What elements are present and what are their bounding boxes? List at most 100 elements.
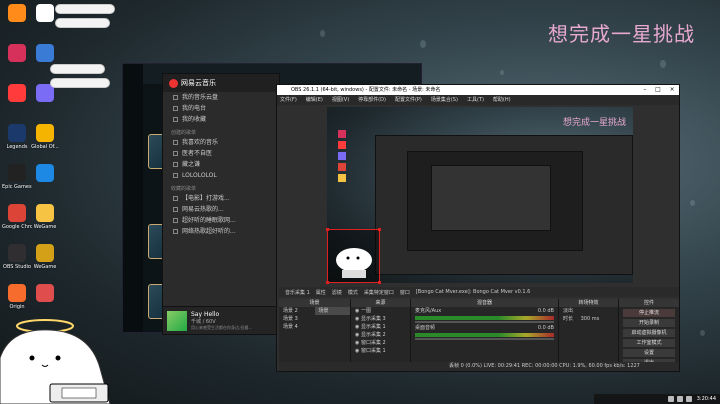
fav-playlist-item-label: 网易云热歌的...: [182, 206, 224, 213]
control-button[interactable]: 停止推流: [623, 309, 675, 317]
desktop-icon[interactable]: [2, 44, 32, 64]
volume-slider[interactable]: [415, 338, 554, 340]
source-toolbar-item[interactable]: 音乐采集 1: [285, 289, 310, 296]
desktop-icon[interactable]: [30, 284, 60, 304]
control-button[interactable]: 开始录制: [623, 319, 675, 327]
duration-value: 300 ms: [580, 316, 600, 322]
selected-source-bounds[interactable]: [326, 228, 381, 284]
netease-item[interactable]: 我的收藏: [163, 114, 279, 125]
playlist-item[interactable]: LOLOLOLOL: [163, 170, 279, 181]
app-icon: [8, 284, 26, 302]
desktop-icon[interactable]: [2, 4, 32, 24]
desktop-icon[interactable]: WeGame: [30, 244, 60, 270]
fav-playlist-item-label: 【电影】打游戏...: [182, 195, 230, 202]
source-toolbar-item[interactable]: 属性: [316, 289, 326, 296]
source-item[interactable]: ◉ 窗口采集 1: [351, 347, 410, 355]
chat-bubble: [50, 64, 105, 74]
obs-window[interactable]: OBS 26.1.1 (64-bit, windows) - 配置文件: 未命名…: [276, 84, 680, 372]
app-icon: [8, 164, 26, 182]
bongo-cat-icon: [328, 230, 379, 282]
album-cover[interactable]: [167, 311, 187, 331]
netease-item-label: 我的音乐云盘: [182, 94, 219, 101]
scene-item[interactable]: 场景 2: [279, 307, 315, 315]
playlist-icon: [173, 162, 178, 167]
control-button[interactable]: 工作室模式: [623, 339, 675, 347]
desktop-icon[interactable]: Global Of...: [30, 124, 60, 150]
source-item-label: 显示采集 2: [360, 332, 386, 338]
tray-icon[interactable]: [676, 396, 683, 402]
now-playing-bar[interactable]: Say Hello 千城 / 60V 用心来感受生活都在你身边,但遇...: [163, 306, 279, 334]
netease-header: 网易云音乐: [163, 74, 279, 92]
fav-playlist-item-label: 超好听的睡眠歌网...: [182, 217, 236, 224]
netease-item[interactable]: 我的电台: [163, 103, 279, 114]
playlist-item[interactable]: 我喜欢的音乐: [163, 137, 279, 148]
desktop-icon[interactable]: OBS Studio: [2, 244, 32, 270]
desktop-icon-label: Origin: [9, 304, 25, 310]
transition-type[interactable]: 淡出: [559, 307, 618, 315]
netease-music-window[interactable]: 网易云音乐 我的音乐云盘我的电台 我的收藏 创建的歌单 我喜欢的音乐 医者不自医藏之…: [162, 73, 280, 335]
playlist-item[interactable]: 藏之谦: [163, 159, 279, 170]
desktop-icon[interactable]: [30, 44, 60, 64]
control-button[interactable]: 设置: [623, 349, 675, 357]
menu-item[interactable]: 帮助(H): [493, 95, 511, 105]
source-item-label: 显示采集 1: [360, 324, 386, 330]
menu-item[interactable]: 视图(V): [332, 95, 349, 105]
source-item[interactable]: ◉ 一图: [351, 307, 410, 315]
netease-item[interactable]: 我的音乐云盘: [163, 92, 279, 103]
tray-icon[interactable]: [685, 396, 692, 402]
chat-bubble: [55, 4, 115, 14]
fav-playlist-item[interactable]: 超好听的睡眠歌网...: [163, 215, 279, 226]
source-toolbar-item[interactable]: 滤镜: [332, 289, 342, 296]
transition-duration[interactable]: 时长 300 ms: [559, 315, 618, 323]
desktop-icon[interactable]: [2, 84, 32, 104]
source-item[interactable]: ◉ 显示采集 2: [351, 331, 410, 339]
desktop-icon[interactable]: Google Chrome: [2, 204, 32, 230]
scene-item[interactable]: 场景 4: [279, 323, 315, 331]
menu-item[interactable]: 场景集合(S): [431, 95, 458, 105]
menu-item[interactable]: 文件(F): [280, 95, 297, 105]
playlist-item[interactable]: 医者不自医: [163, 148, 279, 159]
obs-preview[interactable]: 想完成一星挑战 音乐采集 1 属性 滤镜 模式 采集特定窗口 窗口 [Bongo…: [279, 107, 679, 371]
source-toolbar-item[interactable]: 窗口: [400, 289, 410, 296]
taskbar-clock[interactable]: 3:20:44: [697, 396, 716, 402]
playlist-icon: [173, 151, 178, 156]
menu-item[interactable]: 配置文件(P): [395, 95, 422, 105]
control-button[interactable]: 启动虚拟摄像机: [623, 329, 675, 337]
app-icon: [8, 124, 26, 142]
section-created: 创建的歌单: [171, 130, 197, 136]
source-toolbar-item[interactable]: 采集特定窗口: [364, 289, 394, 296]
desktop-icon[interactable]: WeGame: [30, 204, 60, 230]
obs-titlebar: OBS 26.1.1 (64-bit, windows) - 配置文件: 未命名…: [277, 85, 679, 95]
minimize-icon[interactable]: –: [643, 85, 646, 95]
source-toolbar-item[interactable]: 模式: [348, 289, 358, 296]
fav-playlist-item[interactable]: 网络热歌超好听的...: [163, 226, 279, 237]
fav-playlist-item[interactable]: 【电影】打游戏...: [163, 193, 279, 204]
desktop-icon-label: WeGame: [33, 224, 57, 230]
app-icon: [36, 4, 54, 22]
source-item[interactable]: ◉ 显示采集 1: [351, 323, 410, 331]
desktop-icon-label: Legends: [6, 144, 28, 150]
menu-item[interactable]: 工具(T): [467, 95, 484, 105]
source-item-label: 一图: [360, 308, 371, 314]
source-item[interactable]: ◉ 窗口采集 2: [351, 339, 410, 347]
maximize-icon[interactable]: □: [655, 85, 661, 95]
source-item[interactable]: ◉ 显示采集 3: [351, 315, 410, 323]
menu-item[interactable]: 编辑(E): [306, 95, 323, 105]
volume-slider[interactable]: [415, 321, 554, 323]
scenes-dock-title: 场景: [279, 299, 350, 307]
desktop-icon[interactable]: Legends: [2, 124, 32, 150]
taskbar-tray: 3:20:44: [594, 394, 720, 404]
playlist-item-label: 藏之谦: [182, 161, 201, 168]
scene-item[interactable]: 场景 3: [279, 315, 315, 323]
desktop-icon[interactable]: [30, 164, 60, 184]
source-toolbar-item[interactable]: [Bongo Cat Mver.exe]: Bongo Cat Mver v0.…: [416, 289, 530, 295]
close-icon[interactable]: ×: [670, 85, 675, 95]
app-icon: [8, 244, 26, 262]
scene-item-selected[interactable]: 场景: [314, 307, 350, 315]
desktop-icon[interactable]: Origin: [2, 284, 32, 310]
menu-item[interactable]: 停靠部件(D): [358, 95, 386, 105]
fav-playlist-item[interactable]: 网易云热歌的...: [163, 204, 279, 215]
desktop-icon[interactable]: Epic Games Launcher: [2, 164, 32, 190]
tray-icon[interactable]: [667, 396, 674, 402]
volume-meter: [415, 333, 554, 337]
